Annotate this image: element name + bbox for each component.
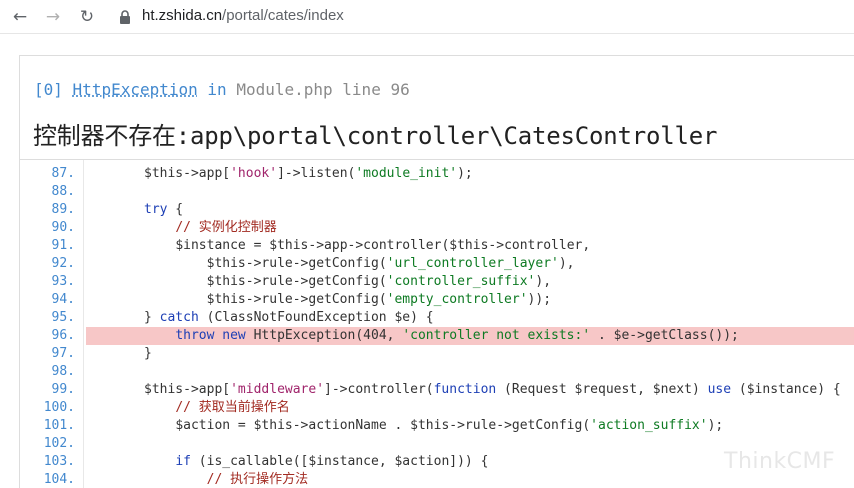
line-number: 97. [51,346,75,361]
exception-class-link[interactable]: HttpException [73,80,198,99]
code-line: 99. $this->app['middleware']->controller(… [20,381,854,399]
code-line: 97.} [20,345,854,363]
exception-location: Module.php line 96 [236,80,410,99]
line-source: $this->app['middleware']->controller(fun… [144,382,841,397]
line-source: throw new HttpException(404, 'controller… [86,327,854,345]
line-number: 102. [43,436,75,451]
exception-in-word: in [207,80,227,99]
line-number: 94. [51,292,75,307]
code-line: 91. $instance = $this->app->controller($… [20,237,854,255]
url-path: /portal/cates/index [222,7,344,24]
line-number: 104. [43,472,75,487]
line-number: 90. [51,220,75,235]
line-number: 92. [51,256,75,271]
exception-index: [0] [34,80,63,99]
exception-message: 控制器不存在:app\portal\controller\CatesContro… [33,122,718,150]
line-source: try { [144,202,184,217]
code-line: 101. $action = $this->actionName . $this… [20,417,854,435]
exception-panel: [0] HttpException in Module.php line 96 … [19,55,854,488]
address-bar[interactable]: ht.zshida.cn/portal/cates/index [142,7,344,24]
line-source: $this->rule->getConfig('empty_controller… [206,292,552,307]
line-source: $instance = $this->app->controller($this… [175,238,591,253]
line-number: 101. [43,418,75,433]
url-host: ht.zshida.cn [142,7,223,24]
line-source: } catch (ClassNotFoundException $e) { [144,310,434,325]
line-source [86,363,854,381]
code-line: 89. try { [20,201,854,219]
code-line: 93. $this->rule->getConfig('controller_s… [20,273,854,291]
line-number: 96. [51,328,75,343]
watermark-logo: ThinkCMF [724,449,836,474]
browser-toolbar: ← → ↻ ht.zshida.cn/portal/cates/index [0,0,854,34]
code-line-highlighted: 96. throw new HttpException(404, 'contro… [20,327,854,345]
code-line: 92. $this->rule->getConfig('url_controll… [20,255,854,273]
line-source: } [144,346,152,361]
code-line: 87. $this->app['hook']->listen('module_in… [20,165,854,183]
line-source: $this->rule->getConfig('controller_suffi… [206,274,552,289]
source-code-view: 87. $this->app['hook']->listen('module_in… [20,159,854,488]
line-number: 99. [51,382,75,397]
code-line: 94. $this->rule->getConfig('empty_contro… [20,291,854,309]
line-source [86,183,854,201]
back-arrow-icon[interactable]: ← [8,5,32,29]
line-number: 93. [51,274,75,289]
line-number: 91. [51,238,75,253]
code-lines: 87. $this->app['hook']->listen('module_in… [20,165,854,488]
line-number: 100. [43,400,75,415]
line-source: $this->app['hook']->listen('module_init'… [144,166,473,181]
line-source: // 获取当前操作名 [175,400,290,415]
code-line: 95. } catch (ClassNotFoundException $e) { [20,309,854,327]
line-number: 95. [51,310,75,325]
line-source: $this->rule->getConfig('url_controller_l… [206,256,575,271]
line-source: // 实例化控制器 [175,220,277,235]
code-line: 88. [20,183,854,201]
line-number: 98. [51,364,75,379]
lock-icon[interactable] [118,9,132,25]
reload-icon[interactable]: ↻ [75,5,99,29]
line-number: 89. [51,202,75,217]
code-line: 90. // 实例化控制器 [20,219,854,237]
line-number: 87. [51,166,75,181]
code-line: 98. [20,363,854,381]
forward-arrow-icon[interactable]: → [41,5,65,29]
line-number: 103. [43,454,75,469]
exception-header: [0] HttpException in Module.php line 96 [34,80,410,99]
code-line: 100. // 获取当前操作名 [20,399,854,417]
line-source: $action = $this->actionName . $this->rul… [175,418,724,433]
line-number: 88. [51,184,75,199]
